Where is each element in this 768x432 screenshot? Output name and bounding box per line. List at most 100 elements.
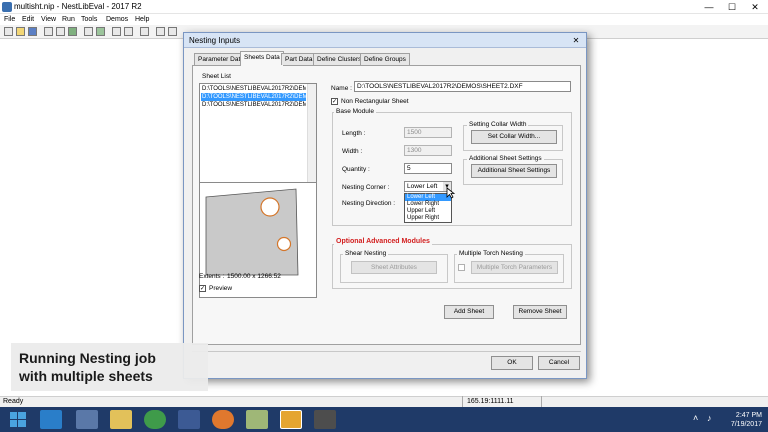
name-field[interactable]: D:\TOOLS\NESTLIBEVAL2017R2\DEMOS\SHEET2.…: [354, 81, 571, 92]
sheet-hole: [260, 197, 280, 217]
status-ready: Ready: [3, 398, 24, 405]
tab-define-groups[interactable]: Define Groups: [360, 53, 410, 65]
app-title: multisht.nip - NestLibEval - 2017 R2: [14, 2, 142, 11]
corner-option-lower-left[interactable]: Lower Left: [405, 194, 451, 201]
sheet-attributes-button[interactable]: Sheet Attributes: [351, 261, 437, 274]
help-icon[interactable]: [168, 27, 177, 36]
open-folder-icon[interactable]: [16, 27, 25, 36]
menu-view[interactable]: View: [41, 14, 56, 25]
menu-edit[interactable]: Edit: [22, 14, 34, 25]
report-icon[interactable]: [140, 27, 149, 36]
corner-option-upper-right[interactable]: Upper Right: [405, 215, 451, 222]
windows-start-icon[interactable]: [10, 412, 26, 427]
extents-label: Extents :: [199, 273, 225, 280]
multiple-torch-title: Multiple Torch Nesting: [457, 250, 525, 257]
caption-line-2: with multiple sheets: [19, 368, 153, 384]
non-rectangular-label: Non Rectangular Sheet: [341, 98, 409, 105]
tray-expand-icon[interactable]: ˄: [693, 413, 698, 423]
remove-sheet-button[interactable]: Remove Sheet: [513, 305, 567, 319]
file-explorer-icon[interactable]: [110, 410, 132, 429]
status-coordinates: 165.19:1111.11: [462, 396, 542, 407]
sheet-outline: [205, 188, 299, 276]
add-sheet-button[interactable]: Add Sheet: [444, 305, 494, 319]
length-label: Length :: [342, 130, 366, 137]
nesting-direction-label: Nesting Direction :: [342, 200, 396, 207]
name-label: Name :: [331, 85, 352, 92]
corner-option-upper-left[interactable]: Upper Left: [405, 208, 451, 215]
corner-option-lower-right[interactable]: Lower Right: [405, 201, 451, 208]
nest-icon[interactable]: [112, 27, 121, 36]
status-bar: [0, 396, 768, 407]
width-label: Width :: [342, 148, 363, 155]
sheet-list-label: Sheet List: [202, 73, 231, 80]
sheet-preview: [199, 182, 317, 298]
tray-date: 7/19/2017: [730, 421, 762, 428]
internet-explorer-icon[interactable]: [40, 410, 62, 429]
dialog-title-bar: [184, 33, 586, 48]
sheet-list-item-selected[interactable]: D:\TOOLS\NESTLIBEVAL2017R2\DEMOS\SHEET2.…: [201, 93, 306, 101]
copy-icon[interactable]: [44, 27, 53, 36]
additional-settings-title: Additional Sheet Settings: [467, 155, 544, 162]
camera-app-icon[interactable]: [314, 410, 336, 429]
cancel-button[interactable]: Cancel: [538, 356, 580, 370]
menu-help[interactable]: Help: [135, 14, 149, 25]
app-icon: [2, 2, 12, 12]
width-field[interactable]: 1300: [404, 145, 452, 156]
run-icon[interactable]: [156, 27, 165, 36]
nesting-inputs-dialog: Nesting Inputs ✕ Parameter Data Sheets D…: [183, 32, 587, 379]
preview-label: Preview: [209, 285, 233, 292]
quantity-label: Quantity :: [342, 166, 370, 173]
tab-define-clusters[interactable]: Define Clusters: [313, 53, 366, 65]
set-collar-width-button[interactable]: Set Collar Width...: [471, 130, 557, 144]
base-module-title: Base Module: [334, 108, 376, 115]
close-button[interactable]: ✕: [744, 0, 766, 14]
media-player-icon[interactable]: [76, 410, 98, 429]
menu-tools[interactable]: Tools: [81, 14, 97, 25]
shear-nesting-title: Shear Nesting: [343, 250, 389, 257]
tab-sheets-data[interactable]: Sheets Data: [240, 51, 284, 66]
tab-part-data[interactable]: Part Data: [281, 53, 317, 65]
sheet-list-item[interactable]: D:\TOOLS\NESTLIBEVAL2017R2\DEMOS\SHEET1.…: [201, 85, 306, 93]
sheet-list-vertical-scrollbar[interactable]: [307, 84, 316, 192]
non-rectangular-checkbox[interactable]: ✓: [331, 98, 338, 105]
maximize-button[interactable]: ☐: [721, 0, 743, 14]
nestlib-app-icon[interactable]: [280, 410, 302, 429]
collar-width-title: Setting Collar Width: [467, 121, 529, 128]
sheet-list-item[interactable]: D:\TOOLS\NESTLIBEVAL2017R2\DEMOS\SHEET3.…: [201, 101, 306, 109]
menu-demos[interactable]: Demos: [106, 14, 128, 25]
parts-icon[interactable]: [84, 27, 93, 36]
menu-file[interactable]: File: [4, 14, 15, 25]
caption-line-1: Running Nesting job: [19, 350, 156, 366]
nesting-corner-dropdown[interactable]: Lower Left Lower Right Upper Left Upper …: [404, 193, 452, 223]
tray-clock[interactable]: 2:47 PM 7/19/2017: [731, 411, 762, 429]
save-icon[interactable]: [28, 27, 37, 36]
dialog-title: Nesting Inputs: [189, 36, 241, 45]
lync-icon[interactable]: [178, 410, 200, 429]
dialog-close-icon[interactable]: ✕: [570, 35, 582, 46]
paste-icon[interactable]: [56, 27, 65, 36]
mouse-cursor-icon: [446, 187, 455, 199]
notepad-icon[interactable]: [246, 410, 268, 429]
grid-icon[interactable]: [68, 27, 77, 36]
volume-icon[interactable]: ♪: [707, 413, 712, 423]
minimize-button[interactable]: —: [698, 0, 720, 14]
length-field[interactable]: 1500: [404, 127, 452, 138]
ok-button[interactable]: OK: [491, 356, 533, 370]
chrome-icon[interactable]: [144, 410, 166, 429]
quantity-field[interactable]: 5: [404, 163, 452, 174]
sheets-icon[interactable]: [96, 27, 105, 36]
menu-run[interactable]: Run: [62, 14, 75, 25]
multiple-torch-checkbox[interactable]: [458, 264, 465, 271]
new-file-icon[interactable]: [4, 27, 13, 36]
advanced-modules-title: Optional Advanced Modules: [334, 238, 432, 245]
firefox-icon[interactable]: [212, 410, 234, 429]
preview-checkbox[interactable]: ✓: [199, 285, 206, 292]
dialog-divider: [192, 351, 581, 352]
view-icon[interactable]: [124, 27, 133, 36]
additional-sheet-settings-button[interactable]: Additional Sheet Settings: [471, 164, 557, 178]
nesting-corner-label: Nesting Corner :: [342, 184, 390, 191]
sheet-hole: [276, 236, 292, 252]
multiple-torch-parameters-button[interactable]: Multiple Torch Parameters: [471, 261, 558, 274]
tray-time: 2:47 PM: [735, 412, 762, 419]
extents-value: 1500.00 x 1266.52: [227, 273, 281, 280]
